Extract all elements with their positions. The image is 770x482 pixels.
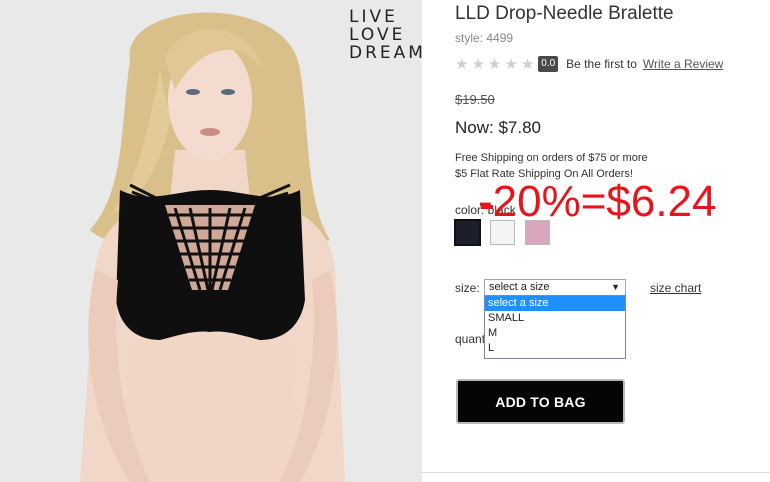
star-icon: ★ — [504, 55, 518, 73]
size-select[interactable]: select a size ▼ — [484, 279, 626, 296]
quantity-label: quantity: — [455, 332, 484, 346]
star-icon: ★ — [487, 55, 502, 73]
size-select-value: select a size — [489, 281, 550, 293]
size-options-list: select a size SMALL M L — [484, 295, 626, 359]
product-image: LIVE LOVE DREAM — [0, 0, 422, 482]
rating-row: ★ ★ ★ ★ ★ 0.0 Be the first to Write a Re… — [455, 55, 723, 73]
swatch-black[interactable] — [454, 219, 481, 246]
product-details: LLD Drop-Needle Bralette style: 4499 ★ ★… — [454, 0, 770, 482]
size-option[interactable]: SMALL — [485, 311, 625, 326]
product-title: LLD Drop-Needle Bralette — [455, 3, 674, 24]
original-price: $19.50 — [455, 92, 495, 107]
star-icon: ★ — [455, 55, 469, 73]
brand-logo-line: DREAM — [349, 43, 422, 63]
size-option[interactable]: M — [485, 326, 625, 341]
add-to-bag-button[interactable]: ADD TO BAG — [456, 379, 625, 424]
brand-logo-line: LIVE — [349, 7, 398, 27]
dropdown-arrow-icon: ▼ — [611, 282, 620, 292]
size-option[interactable]: L — [485, 341, 625, 356]
size-option[interactable]: select a size — [485, 296, 625, 311]
discount-annotation: -20%=$6.24 — [478, 177, 717, 226]
star-icon: ★ — [471, 55, 485, 73]
shipping-info: Free Shipping on orders of $75 or more — [455, 152, 648, 164]
sale-price: Now: $7.80 — [455, 118, 541, 137]
size-chart-link[interactable]: size chart — [650, 281, 701, 295]
write-review-link[interactable]: Write a Review — [643, 57, 723, 71]
style-number: style: 4499 — [455, 31, 514, 45]
brand-logo-line: LOVE — [349, 25, 406, 45]
rating-score: 0.0 — [538, 56, 559, 72]
divider — [422, 472, 770, 473]
brand-logo: LIVE LOVE DREAM — [349, 7, 422, 63]
size-label: size: — [455, 281, 480, 295]
star-icon: ★ — [520, 55, 535, 73]
review-prompt: Be the first to — [566, 57, 637, 71]
model-photo — [0, 0, 422, 482]
